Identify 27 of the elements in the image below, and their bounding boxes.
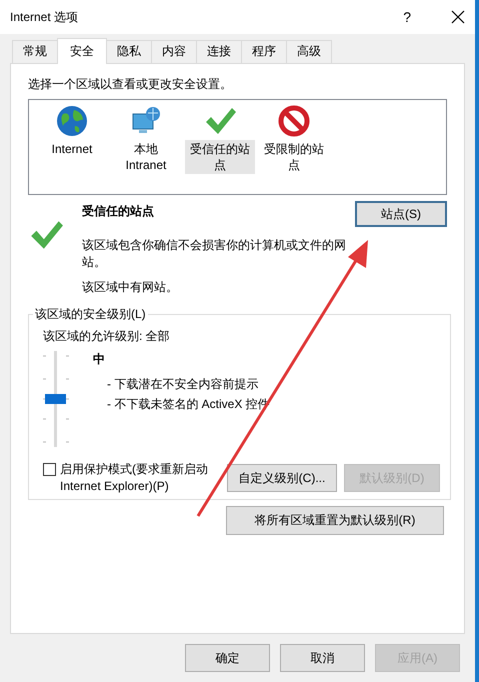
window-title: Internet 选项 <box>10 8 80 26</box>
tab[interactable]: 高级 <box>286 40 332 63</box>
tab[interactable]: 常规 <box>12 40 58 63</box>
checkbox[interactable] <box>43 463 56 476</box>
zone-title: 受信任的站点 <box>82 203 155 220</box>
zone-item[interactable]: 本地 Intranet <box>111 140 181 174</box>
close-icon[interactable] <box>451 10 465 24</box>
zone-prompt: 选择一个区域以查看或更改安全设置。 <box>28 76 233 93</box>
checkbox-label: 启用保护模式(要求重新启动 Internet Explorer)(P) <box>60 461 209 495</box>
zone-item[interactable]: Internet <box>50 140 94 158</box>
group-legend: 该区域的安全级别(L) <box>33 306 148 323</box>
zone-description: 该区域包含你确信不会损害你的计算机或文件的网站。 <box>82 237 347 271</box>
reset-button[interactable]: 将所有区域重置为默认级别(R) <box>226 506 444 535</box>
zone-note: 该区域中有网站。 <box>82 279 179 296</box>
help-button[interactable]: ? <box>403 9 411 25</box>
level-bullet: - 下载潜在不安全内容前提示 <box>107 376 260 393</box>
zone-item[interactable]: 受信任的站点 <box>185 140 255 174</box>
globe-icon <box>55 104 89 138</box>
level-button[interactable]: 自定义级别(C)... <box>227 464 337 492</box>
tab[interactable]: 安全 <box>57 38 107 64</box>
sites-button[interactable]: 站点(S) <box>355 201 447 227</box>
dialog-button[interactable]: 取消 <box>280 644 365 672</box>
level-name: 中 <box>93 351 106 368</box>
zone-item[interactable]: 受限制的站点 <box>259 140 329 174</box>
allowed-level: 该区域的允许级别: 全部 <box>43 328 171 345</box>
dialog-button[interactable]: 确定 <box>185 644 270 672</box>
forbidden-icon <box>277 104 311 138</box>
